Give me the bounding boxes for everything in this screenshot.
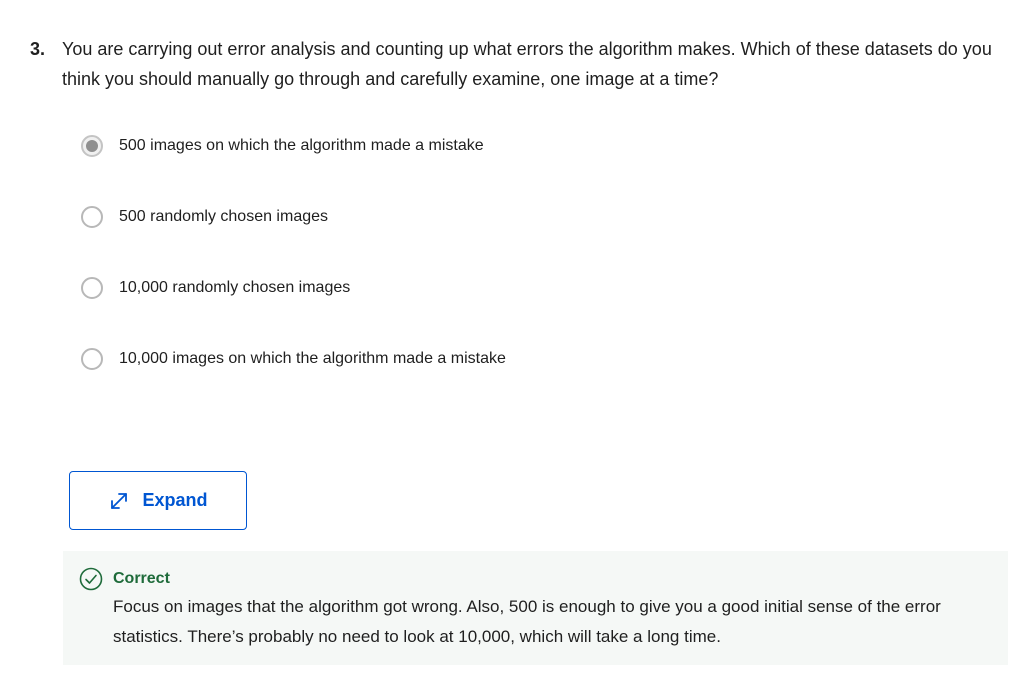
option-500-random[interactable]: 500 randomly chosen images: [81, 204, 328, 230]
option-label: 500 randomly chosen images: [119, 208, 329, 225]
radio-button[interactable]: [81, 206, 103, 228]
option-label: 10,000 images on which the algorithm mad…: [119, 350, 506, 367]
feedback-panel: Correct Focus on images that the algorit…: [63, 551, 1008, 665]
feedback-status: Correct: [113, 570, 170, 587]
radio-button[interactable]: [81, 277, 103, 299]
option-10000-mistakes[interactable]: 10,000 images on which the algorithm mad…: [81, 346, 506, 372]
expand-arrows-icon: [111, 492, 128, 509]
option-label: 500 images on which the algorithm made a…: [119, 137, 484, 154]
radio-button[interactable]: [81, 348, 103, 370]
expand-label: Expand: [142, 490, 208, 510]
expand-button[interactable]: Expand: [69, 471, 247, 530]
check-circle-icon: [79, 567, 103, 591]
question: 3. You are carrying out error analysis a…: [30, 34, 1005, 94]
option-500-mistakes[interactable]: 500 images on which the algorithm made a…: [81, 133, 484, 159]
option-label: 10,000 randomly chosen images: [119, 279, 351, 296]
feedback-text: Focus on images that the algorithm got w…: [113, 597, 941, 646]
option-10000-random[interactable]: 10,000 randomly chosen images: [81, 275, 350, 301]
radio-button-selected[interactable]: [81, 135, 103, 157]
question-text: You are carrying out error analysis and …: [62, 39, 992, 89]
question-number: 3.: [30, 39, 46, 59]
